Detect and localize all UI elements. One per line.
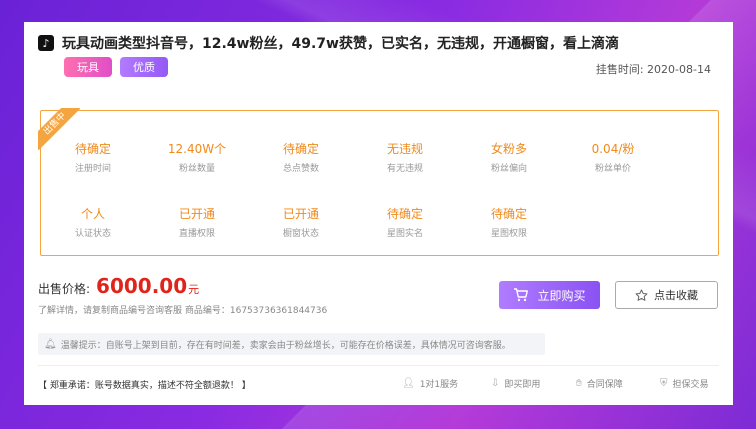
stat-verification: 个人 认证状态 xyxy=(43,206,143,240)
stat-value: 女粉多 xyxy=(490,142,527,156)
feature-contract: ✋︎ 合同保障 xyxy=(576,377,623,390)
stat-value: 待确定 xyxy=(74,142,111,156)
stat-value: 待确定 xyxy=(386,207,423,221)
favorite-button[interactable]: 点击收藏 xyxy=(615,281,718,309)
stat-fans-count: 12.40W个 粉丝数量 xyxy=(147,141,247,175)
feature-label: 合同保障 xyxy=(586,380,623,390)
stat-fan-gender: 女粉多 粉丝偏向 xyxy=(459,141,559,175)
stat-violations: 无违规 有无违规 xyxy=(355,141,455,175)
stat-register-time: 待确定 注册时间 xyxy=(43,141,143,175)
stat-label: 粉丝偏向 xyxy=(490,164,527,174)
feature-one-on-one: 👤︎ 1对1服务 xyxy=(402,377,458,390)
handshake-icon: ✋︎ xyxy=(576,378,582,389)
stat-label: 粉丝单价 xyxy=(594,164,631,174)
stat-star-realname: 待确定 星图实名 xyxy=(355,206,455,240)
price-note: 了解详情，请复制商品编号咨询客服 商品编号：16753736361844736 xyxy=(38,306,328,316)
price-unit: 元 xyxy=(188,283,200,296)
star-icon xyxy=(635,288,648,301)
shield-icon: ⛨ xyxy=(660,378,668,389)
feature-instant-use: ⇩ 即买即用 xyxy=(491,377,540,390)
stat-label: 粉丝数量 xyxy=(178,164,215,174)
tag-toy[interactable]: 玩具 xyxy=(64,57,112,77)
listing-card: ♪ 玩具动画类型抖音号，12.4w粉丝，49.7w获赞，已实名，无违规，开通橱窗… xyxy=(24,22,733,405)
buy-now-label: 立即购买 xyxy=(537,288,586,303)
stat-showcase-status: 已开通 橱窗状态 xyxy=(251,206,351,240)
promise-text: 【 郑重承诺：账号数据真实，描述不符全额退款！ 】 xyxy=(38,381,251,391)
stat-value: 已开通 xyxy=(282,207,319,221)
tips-bar: 🔔︎ 温馨提示：自账号上架到目前，存在有时间差，卖家会由于粉丝增长，可能存在价格… xyxy=(38,333,545,355)
cart-icon xyxy=(514,288,529,302)
tips-text: 温馨提示：自账号上架到目前，存在有时间差，卖家会由于粉丝增长，可能存在价格误差，… xyxy=(60,340,511,351)
bell-icon: 🔔︎ xyxy=(44,338,57,350)
tiktok-icon: ♪ xyxy=(38,35,54,51)
stat-value: 个人 xyxy=(80,207,105,221)
download-icon: ⇩ xyxy=(491,378,500,389)
feature-label: 即买即用 xyxy=(504,380,541,390)
stat-star-permission: 待确定 星图权限 xyxy=(459,206,559,240)
tag-list: 玩具 优质 xyxy=(64,57,168,77)
price-value: 6000.00 xyxy=(96,274,188,298)
title-row: ♪ 玩具动画类型抖音号，12.4w粉丝，49.7w获赞，已实名，无违规，开通橱窗… xyxy=(38,32,723,54)
listing-title: 玩具动画类型抖音号，12.4w粉丝，49.7w获赞，已实名，无违规，开通橱窗，看… xyxy=(62,36,619,52)
price-label: 出售价格: xyxy=(38,282,91,296)
stat-live-permission: 已开通 直播权限 xyxy=(147,206,247,240)
favorite-label: 点击收藏 xyxy=(654,289,698,302)
divider xyxy=(38,365,719,366)
stat-label: 认证状态 xyxy=(74,229,111,239)
stat-value: 12.40W个 xyxy=(167,142,227,156)
stat-label: 橱窗状态 xyxy=(282,229,319,239)
stat-label: 有无违规 xyxy=(386,164,423,174)
stat-label: 星图权限 xyxy=(490,229,527,239)
buy-now-button[interactable]: 立即购买 xyxy=(499,281,600,309)
stat-price-per-fan: 0.04/粉 粉丝单价 xyxy=(563,141,663,175)
stat-value: 无违规 xyxy=(386,142,423,156)
tag-quality[interactable]: 优质 xyxy=(120,57,168,77)
user-icon: 👤︎ xyxy=(402,378,415,389)
price-row: 出售价格: 6000.00 元 xyxy=(38,274,199,298)
feature-label: 担保交易 xyxy=(672,380,709,390)
stat-value: 0.04/粉 xyxy=(591,142,635,156)
listed-date: 挂售时间: 2020-08-14 xyxy=(595,63,711,76)
stats-box: 出售中 待确定 注册时间 12.40W个 粉丝数量 待确定 总点赞数 无违规 有… xyxy=(38,108,719,256)
feature-escrow: ⛨ 担保交易 xyxy=(660,377,709,390)
stat-value: 待确定 xyxy=(490,207,527,221)
feature-label: 1对1服务 xyxy=(419,380,459,390)
stat-label: 注册时间 xyxy=(74,164,111,174)
stat-value: 已开通 xyxy=(178,207,215,221)
stat-label: 星图实名 xyxy=(386,229,423,239)
stat-value: 待确定 xyxy=(282,142,319,156)
stat-label: 直播权限 xyxy=(178,229,215,239)
stat-label: 总点赞数 xyxy=(282,164,319,174)
stat-total-likes: 待确定 总点赞数 xyxy=(251,141,351,175)
